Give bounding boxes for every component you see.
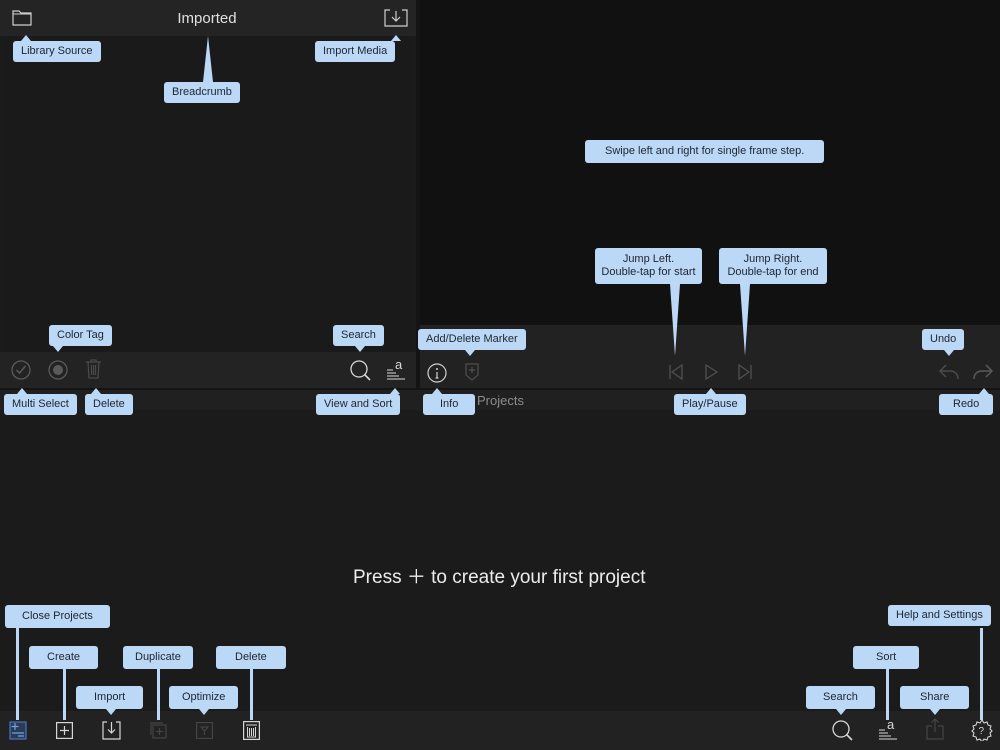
tooltip-view-and-sort: View and Sort	[316, 388, 401, 415]
tooltip-stem	[980, 628, 983, 720]
breadcrumb[interactable]: Imported	[0, 10, 414, 27]
tooltip-stem	[250, 668, 253, 720]
tooltip-import: Import	[76, 686, 144, 715]
tooltip-text: Undo	[930, 333, 957, 345]
magnifier-icon[interactable]	[350, 360, 372, 382]
tooltip-search-library: Search	[333, 325, 384, 352]
tooltip-text: Help and Settings	[896, 609, 983, 621]
tooltip-text: Optimize	[182, 691, 226, 703]
tooltip-text: Delete	[93, 398, 125, 410]
tooltip-search-projects: Search	[806, 686, 875, 715]
svg-text:a: a	[887, 718, 895, 732]
tooltip-text: Search	[341, 329, 376, 341]
library-header: Imported	[0, 0, 416, 36]
import-tray-icon[interactable]	[102, 721, 121, 740]
tooltip-stem	[157, 668, 160, 720]
tooltip-text: Redo	[953, 398, 980, 410]
tooltip-stem	[63, 668, 66, 720]
trash-icon[interactable]	[243, 721, 260, 740]
tooltip-text: Close Projects	[22, 610, 93, 622]
tooltip-stem	[740, 284, 750, 356]
tooltip-stem	[670, 284, 680, 356]
sort-lines-icon[interactable]: a	[386, 358, 406, 380]
tooltip-duplicate: Duplicate	[123, 646, 193, 669]
tooltip-text: Add/Delete Marker	[426, 333, 518, 345]
tooltip-play-pause: Play/Pause	[674, 388, 746, 415]
tooltip-text: Share	[920, 691, 950, 703]
tooltip-text: Create	[47, 651, 81, 663]
tooltip-color-tag: Color Tag	[49, 325, 112, 352]
tooltip-text: Double-tap for start	[601, 266, 696, 278]
play-icon[interactable]	[704, 364, 718, 380]
tooltip-stem	[203, 36, 213, 82]
redo-arrow-icon[interactable]	[972, 363, 994, 381]
plus-square-icon[interactable]	[56, 722, 73, 739]
svg-text:a: a	[395, 358, 403, 372]
tooltip-library-source: Library Source	[13, 35, 101, 62]
tooltip-close-projects: Close Projects	[5, 605, 110, 628]
tooltip-text: Jump Left.	[622, 253, 675, 265]
tooltip-delete-project: Delete	[216, 646, 286, 669]
skip-start-icon[interactable]	[668, 364, 684, 380]
tooltip-create: Create	[29, 646, 99, 669]
tooltip-text: Import	[94, 691, 126, 703]
share-icon[interactable]	[926, 718, 944, 740]
tooltip-add-delete-marker: Add/Delete Marker	[418, 329, 526, 356]
tooltip-optimize: Optimize	[169, 686, 239, 715]
tooltip-redo: Redo	[939, 388, 994, 415]
import-media-icon[interactable]	[384, 9, 408, 27]
svg-text:?: ?	[979, 726, 985, 737]
sort-lines-icon[interactable]: a	[878, 718, 898, 740]
tooltip-text: Breadcrumb	[172, 86, 232, 98]
tooltip-text: Sort	[876, 651, 897, 663]
tooltip-import-media: Import Media	[315, 35, 401, 62]
tooltip-sort: Sort	[853, 646, 920, 669]
tooltip-text: Multi Select	[12, 398, 69, 410]
tooltip-swipe: Swipe left and right for single frame st…	[585, 140, 825, 163]
projects-toolbar: a ?	[0, 711, 1000, 750]
tooltip-stem	[886, 668, 889, 720]
tooltip-text: Import Media	[323, 45, 388, 57]
checkmark-circle-icon[interactable]	[11, 360, 31, 380]
tooltip-text: Play/Pause	[682, 398, 738, 410]
tooltip-delete-library: Delete	[85, 388, 133, 415]
tooltip-text: Jump Right.	[743, 253, 803, 265]
skip-end-icon[interactable]	[737, 364, 753, 380]
projects-header: Projects	[0, 390, 1000, 410]
empty-projects-message: Press ＋ to create your first project	[353, 567, 646, 588]
tooltip-text: Color Tag	[57, 329, 104, 341]
tooltip-info: Info	[423, 388, 476, 415]
tooltip-text: Swipe left and right for single frame st…	[605, 145, 805, 157]
gear-question-icon[interactable]: ?	[971, 719, 993, 741]
tooltip-jump-left: Jump Left. Double-tap for start	[595, 248, 702, 284]
projects-title: Projects	[477, 393, 524, 408]
close-projects-icon[interactable]	[9, 720, 27, 740]
tooltip-undo: Undo	[922, 329, 965, 356]
tooltip-share: Share	[900, 686, 970, 715]
optimize-icon[interactable]	[196, 722, 213, 739]
tooltip-text: Double-tap for end	[727, 266, 819, 278]
tooltip-stem	[16, 628, 19, 720]
tooltip-multi-select: Multi Select	[4, 388, 77, 415]
tooltip-jump-right: Jump Right. Double-tap for end	[719, 248, 827, 284]
tooltip-breadcrumb: Breadcrumb	[164, 82, 240, 103]
tooltip-text: Delete	[235, 651, 267, 663]
info-circle-icon[interactable]	[427, 363, 447, 383]
tooltip-text: Duplicate	[135, 651, 181, 663]
duplicate-icon[interactable]	[150, 722, 167, 739]
tooltip-text: Search	[823, 691, 858, 703]
tooltip-text: View and Sort	[324, 398, 393, 410]
undo-arrow-icon[interactable]	[938, 363, 960, 381]
trash-icon[interactable]	[85, 359, 102, 379]
tooltip-text: Info	[440, 398, 459, 410]
tooltip-help-settings: Help and Settings	[888, 605, 991, 626]
color-dot-icon[interactable]	[48, 360, 68, 380]
tooltip-text: Library Source	[21, 45, 93, 57]
library-toolbar: a	[0, 352, 416, 388]
marker-plus-icon[interactable]	[465, 363, 479, 381]
magnifier-icon[interactable]	[832, 720, 854, 742]
